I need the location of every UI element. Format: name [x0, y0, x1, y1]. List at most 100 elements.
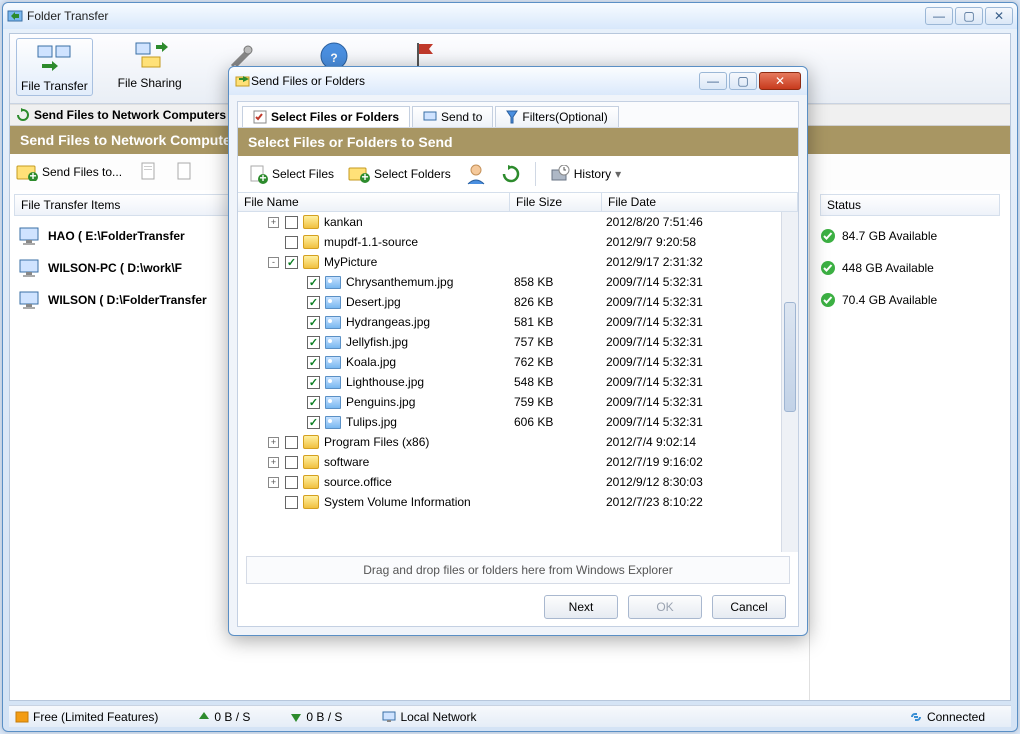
button-label: History [574, 167, 611, 181]
checkbox[interactable] [285, 436, 298, 449]
next-button[interactable]: Next [544, 595, 618, 619]
file-size: 606 KB [514, 415, 606, 429]
tool-file-sharing[interactable]: File Sharing [115, 38, 185, 90]
expand-icon[interactable]: + [268, 217, 279, 228]
col-date[interactable]: File Date [602, 193, 798, 211]
folder-icon [303, 495, 319, 509]
file-row[interactable]: Hydrangeas.jpg581 KB2009/7/14 5:32:31 [238, 312, 781, 332]
ok-button[interactable]: OK [628, 595, 702, 619]
checkbox[interactable] [285, 476, 298, 489]
image-icon [325, 276, 341, 289]
file-name: Hydrangeas.jpg [346, 315, 430, 329]
file-row[interactable]: Koala.jpg762 KB2009/7/14 5:32:31 [238, 352, 781, 372]
file-row[interactable]: +source.office2012/9/12 8:30:03 [238, 472, 781, 492]
file-row[interactable]: Penguins.jpg759 KB2009/7/14 5:32:31 [238, 392, 781, 412]
checkbox[interactable] [307, 276, 320, 289]
file-row[interactable]: Lighthouse.jpg548 KB2009/7/14 5:32:31 [238, 372, 781, 392]
dialog-close-button[interactable]: ✕ [759, 72, 801, 90]
dialog-titlebar[interactable]: Send Files or Folders — ▢ ✕ [229, 67, 807, 95]
file-row[interactable]: +software2012/7/19 9:16:02 [238, 452, 781, 472]
svg-text:+: + [29, 169, 36, 181]
expand-icon[interactable]: + [268, 457, 279, 468]
dialog-title: Send Files or Folders [251, 74, 699, 88]
transfer-item-label: WILSON-PC ( D:\work\F [48, 261, 182, 275]
close-button[interactable]: ✕ [985, 7, 1013, 25]
tab-filters[interactable]: Filters(Optional) [495, 106, 618, 127]
checkbox[interactable] [307, 356, 320, 369]
send-files-to-button[interactable]: + Send Files to... [16, 163, 122, 181]
checkbox[interactable] [307, 416, 320, 429]
checkbox[interactable] [285, 216, 298, 229]
checkbox[interactable] [285, 496, 298, 509]
select-files-button[interactable]: + Select Files [248, 164, 334, 184]
select-folders-button[interactable]: + Select Folders [348, 165, 451, 183]
refresh-button[interactable] [501, 164, 521, 184]
refresh-icon [16, 108, 30, 122]
file-size: 548 KB [514, 375, 606, 389]
file-row[interactable]: +kankan2012/8/20 7:51:46 [238, 212, 781, 232]
history-button[interactable]: History ▾ [550, 165, 621, 183]
file-row[interactable]: System Volume Information2012/7/23 8:10:… [238, 492, 781, 512]
scrollbar-thumb[interactable] [784, 302, 796, 412]
main-titlebar[interactable]: Folder Transfer — ▢ ✕ [3, 3, 1017, 29]
doc-icon[interactable] [140, 162, 158, 182]
user-button[interactable] [465, 163, 487, 185]
file-name: MyPicture [324, 255, 377, 269]
image-icon [325, 416, 341, 429]
list-header: File Name File Size File Date [238, 192, 798, 212]
col-size[interactable]: File Size [510, 193, 602, 211]
checklist-icon [253, 110, 267, 124]
orange-square-icon [15, 711, 29, 723]
status-free: Free (Limited Features) [15, 710, 158, 724]
file-row[interactable]: +Program Files (x86)2012/7/4 9:02:14 [238, 432, 781, 452]
file-row[interactable]: -MyPicture2012/9/17 2:31:32 [238, 252, 781, 272]
file-row[interactable]: Chrysanthemum.jpg858 KB2009/7/14 5:32:31 [238, 272, 781, 292]
dropzone[interactable]: Drag and drop files or folders here from… [246, 556, 790, 584]
file-name: Koala.jpg [346, 355, 396, 369]
dialog-maximize-button[interactable]: ▢ [729, 72, 757, 90]
checkbox[interactable] [285, 236, 298, 249]
image-icon [325, 376, 341, 389]
collapse-icon[interactable]: - [268, 257, 279, 268]
checkbox[interactable] [307, 376, 320, 389]
monitor-icon [18, 290, 42, 310]
col-name[interactable]: File Name [238, 193, 510, 211]
tab-send-to[interactable]: Send to [412, 106, 493, 127]
file-size: 858 KB [514, 275, 606, 289]
checkbox[interactable] [307, 296, 320, 309]
down-arrow-icon [290, 711, 302, 723]
file-name: Penguins.jpg [346, 395, 415, 409]
file-row[interactable]: Desert.jpg826 KB2009/7/14 5:32:31 [238, 292, 781, 312]
maximize-button[interactable]: ▢ [955, 7, 983, 25]
minimize-button[interactable]: — [925, 7, 953, 25]
file-row[interactable]: Jellyfish.jpg757 KB2009/7/14 5:32:31 [238, 332, 781, 352]
folder-icon [303, 475, 319, 489]
file-sharing-icon [132, 38, 168, 74]
checkbox[interactable] [285, 456, 298, 469]
checkbox[interactable] [285, 256, 298, 269]
tab-label: Select Files or Folders [271, 110, 399, 124]
tab-label: Filters(Optional) [522, 110, 607, 124]
dialog-minimize-button[interactable]: — [699, 72, 727, 90]
expand-icon[interactable]: + [268, 437, 279, 448]
file-row[interactable]: Tulips.jpg606 KB2009/7/14 5:32:31 [238, 412, 781, 432]
status-bar: Free (Limited Features) 0 B / S 0 B / S … [9, 705, 1011, 727]
file-list[interactable]: +kankan2012/8/20 7:51:46mupdf-1.1-source… [238, 212, 798, 552]
checkbox[interactable] [307, 396, 320, 409]
cancel-button[interactable]: Cancel [712, 595, 786, 619]
file-row[interactable]: mupdf-1.1-source2012/9/7 9:20:58 [238, 232, 781, 252]
file-name: Jellyfish.jpg [346, 335, 408, 349]
expand-icon[interactable]: + [268, 477, 279, 488]
checkbox[interactable] [307, 336, 320, 349]
status-item: 84.7 GB Available [820, 220, 1000, 252]
scrollbar[interactable] [781, 212, 798, 552]
tab-select-files[interactable]: Select Files or Folders [242, 106, 410, 127]
checkbox[interactable] [307, 316, 320, 329]
dialog-buttons: Next OK Cancel [238, 588, 798, 626]
status-network: Local Network [382, 710, 476, 724]
tab-row: Select Files or Folders Send to Filters(… [238, 102, 798, 128]
section-bar-label: Send Files to Network Computers [34, 108, 226, 122]
tool-file-transfer[interactable]: File Transfer [16, 38, 93, 96]
file-date: 2012/7/4 9:02:14 [606, 435, 781, 449]
doc-icon-2[interactable] [176, 162, 194, 182]
